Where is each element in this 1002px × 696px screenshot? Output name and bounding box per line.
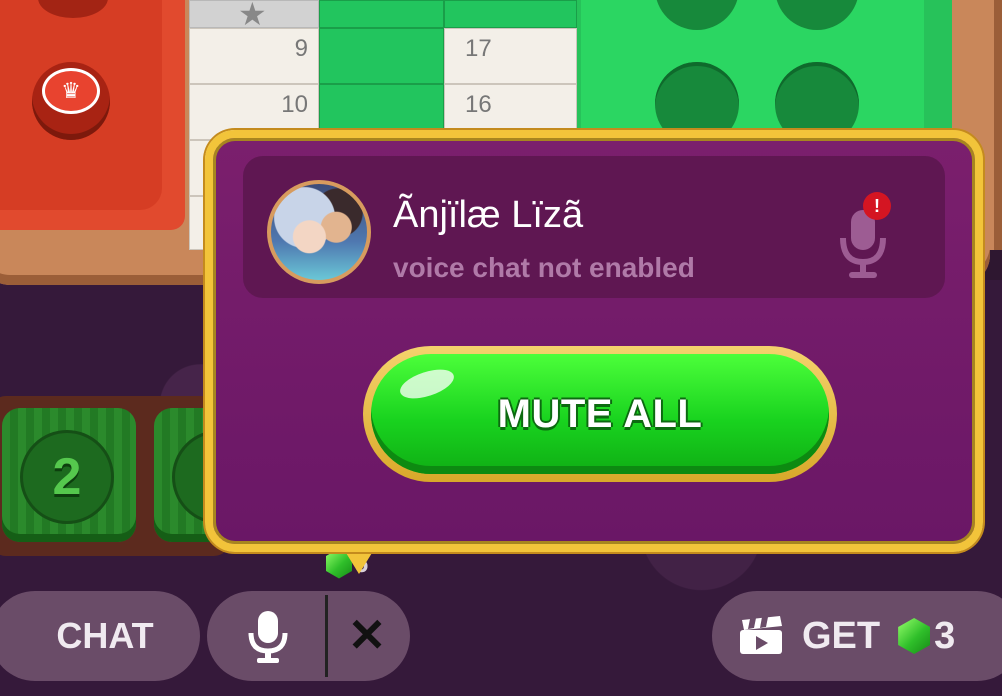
track-cell: 17	[444, 28, 577, 84]
voice-status: voice chat not enabled	[393, 252, 695, 283]
gem-icon	[898, 618, 931, 654]
safe-cell: ★	[189, 0, 319, 32]
reward: 3	[898, 615, 955, 658]
player-voice-card: Ãnjïlæ Lïzã voice chat not enabled !	[243, 156, 945, 298]
mic-icon[interactable]	[247, 609, 289, 665]
cell-number: 17	[465, 35, 492, 62]
home-lane-cell	[319, 28, 444, 84]
get-gems-button[interactable]: GET 3	[712, 591, 1002, 681]
mute-all-label: MUTE ALL	[497, 391, 703, 436]
cell-number: 10	[281, 91, 308, 118]
voice-controls: ✕	[207, 591, 410, 681]
mute-all-button-face: MUTE ALL	[371, 354, 829, 474]
red-home-inner: ♛	[0, 0, 162, 210]
green-token-slot	[775, 0, 859, 30]
get-label: GET	[802, 614, 881, 657]
mic-warning-badge: !	[863, 192, 891, 220]
cell-number: 9	[294, 35, 308, 62]
close-icon[interactable]: ✕	[345, 609, 389, 661]
voice-chat-popup: Ãnjïlæ Lïzã voice chat not enabled ! MUT…	[205, 130, 983, 552]
reward-count: 3	[934, 614, 956, 657]
chat-label: CHAT	[56, 615, 154, 656]
button-shine	[396, 363, 458, 405]
chat-button[interactable]: CHAT	[0, 591, 200, 681]
track-cell	[444, 0, 577, 28]
red-token[interactable]: ♛	[32, 62, 110, 140]
player-name: Ãnjïlæ Lïzã	[393, 194, 584, 236]
clapperboard-icon	[740, 616, 782, 654]
track-cell: 9	[189, 28, 319, 84]
dice-value: 2	[20, 430, 114, 524]
red-token-slot	[38, 0, 108, 18]
red-home-area: ♛	[0, 0, 185, 230]
avatar[interactable]	[267, 180, 371, 284]
dice-box[interactable]: 2	[2, 408, 136, 542]
divider	[325, 595, 328, 677]
cell-number: 16	[465, 91, 492, 118]
mute-all-button[interactable]: MUTE ALL	[363, 346, 837, 482]
green-token-slot	[655, 0, 739, 30]
crown-icon: ♛	[42, 68, 100, 114]
track-cell	[319, 0, 444, 28]
